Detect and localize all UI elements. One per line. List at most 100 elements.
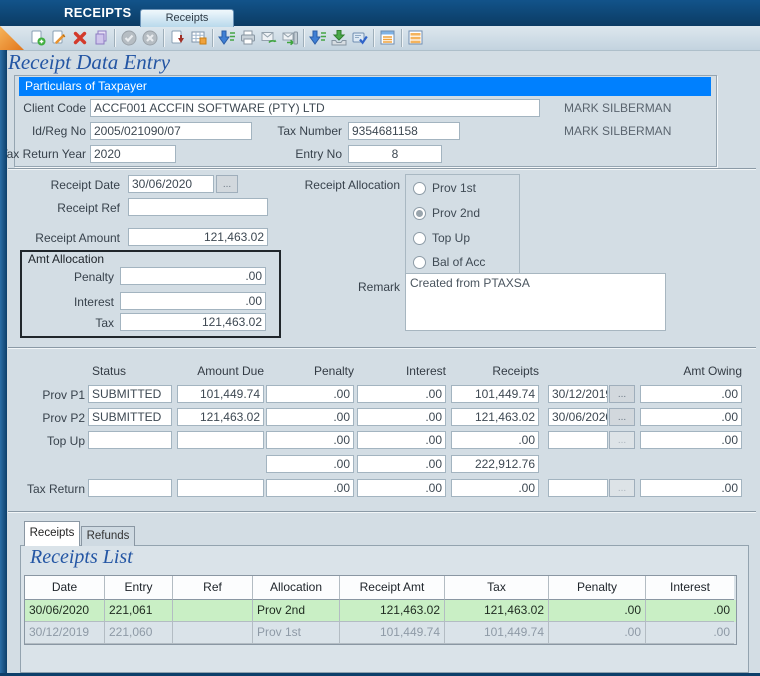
p2-receipts-field[interactable]: 121,463.02 (451, 408, 539, 426)
taxreturn-date-browse-button[interactable]: ... (609, 479, 635, 497)
interest-field[interactable]: .00 (120, 292, 266, 310)
taxreturn-status-field[interactable] (88, 479, 172, 497)
taxreturn-receipts-field[interactable]: .00 (451, 479, 539, 497)
p2-interest-field[interactable]: .00 (357, 408, 446, 426)
export-grid-button[interactable] (189, 27, 209, 48)
schedule-header-penalty: Penalty (266, 364, 354, 378)
cell-receipt-amt: 101,449.74 (340, 622, 445, 644)
taxreturn-date-field[interactable] (548, 479, 608, 497)
cell-allocation: Prov 2nd (253, 600, 340, 622)
tab-refunds[interactable]: Refunds (81, 526, 135, 546)
import-document-button[interactable] (168, 27, 188, 48)
email-send-icon (281, 29, 299, 47)
receipt-date-browse-button[interactable]: ... (216, 175, 238, 193)
tax-return-year-field[interactable]: 2020 (90, 145, 176, 163)
receipt-amount-field[interactable]: 121,463.02 (128, 228, 268, 246)
p1-date-browse-button[interactable]: ... (609, 385, 635, 403)
topup-date-field[interactable] (548, 431, 608, 449)
p1-amount-due-field[interactable]: 101,449.74 (177, 385, 264, 403)
allocation-option-prov-1st[interactable]: Prov 1st (413, 181, 476, 195)
receipts-table-header: Date Entry Ref Allocation Receipt Amt Ta… (25, 576, 736, 600)
p1-status-field[interactable]: SUBMITTED (88, 385, 172, 403)
col-header-ref: Ref (173, 576, 253, 600)
radio-icon (413, 256, 426, 269)
download-list-button[interactable] (217, 27, 237, 48)
allocation-option-bal-of-acc[interactable]: Bal of Acc (413, 255, 485, 269)
verify-entries-button[interactable] (350, 27, 370, 48)
table-row[interactable]: 30/06/2020 221,061 Prov 2nd 121,463.02 1… (25, 600, 736, 622)
id-reg-label: Id/Reg No (30, 124, 86, 138)
entry-no-field[interactable]: 8 (348, 145, 442, 163)
accept-button[interactable] (119, 27, 139, 48)
p1-interest-field[interactable]: .00 (357, 385, 446, 403)
new-record-button[interactable] (28, 27, 48, 48)
schedule-header-amt-owing: Amt Owing (640, 364, 742, 378)
p1-amt-owing-field[interactable]: .00 (640, 385, 742, 403)
topup-interest-field[interactable]: .00 (357, 431, 446, 449)
schedule-row-label: Prov P1 (35, 388, 85, 402)
schedule-header-interest: Interest (357, 364, 446, 378)
taxreturn-penalty-field[interactable]: .00 (266, 479, 354, 497)
verify-entries-icon (351, 29, 369, 47)
window-tab-receipts[interactable]: Receipts (140, 9, 234, 27)
p2-date-browse-button[interactable]: ... (609, 408, 635, 426)
topup-receipts-field[interactable]: .00 (451, 431, 539, 449)
new-record-icon (29, 29, 47, 47)
section-divider (8, 511, 756, 513)
tax-label: Tax (80, 316, 114, 330)
remark-field[interactable]: Created from PTAXSA (405, 273, 666, 331)
allocation-option-label: Prov 1st (432, 181, 476, 195)
topup-amount-due-field[interactable] (177, 431, 264, 449)
receipt-list-view-button[interactable] (378, 27, 398, 48)
schedule-header-status: Status (92, 364, 176, 378)
p2-penalty-field[interactable]: .00 (266, 408, 354, 426)
topup-amt-owing-field[interactable]: .00 (640, 431, 742, 449)
p1-receipts-field[interactable]: 101,449.74 (451, 385, 539, 403)
accept-icon (120, 29, 138, 47)
edit-record-button[interactable] (49, 27, 69, 48)
topup-status-field[interactable] (88, 431, 172, 449)
receipt-ref-field[interactable] (128, 198, 268, 216)
topup-penalty-field[interactable]: .00 (266, 431, 354, 449)
taxreturn-interest-field[interactable]: .00 (357, 479, 446, 497)
penalty-label: Penalty (54, 270, 114, 284)
cell-tax: 101,449.74 (445, 622, 549, 644)
p2-date-field[interactable]: 30/06/2020 (548, 408, 608, 426)
email-exchange-icon (260, 29, 278, 47)
receipt-detail-view-button[interactable] (406, 27, 426, 48)
cell-allocation: Prov 1st (253, 622, 340, 644)
cancel-button[interactable] (140, 27, 160, 48)
p1-date-field[interactable]: 30/12/2019 (548, 385, 608, 403)
penalty-field[interactable]: .00 (120, 267, 266, 285)
copy-record-button[interactable] (91, 27, 111, 48)
save-received-button[interactable] (329, 27, 349, 48)
tax-number-field[interactable]: 9354681158 (348, 122, 460, 140)
client-code-field[interactable]: ACCF001 ACCFIN SOFTWARE (PTY) LTD (90, 99, 540, 117)
download-list-alt-button[interactable] (308, 27, 328, 48)
tax-field[interactable]: 121,463.02 (120, 313, 266, 331)
id-reg-field[interactable]: 2005/021090/07 (90, 122, 252, 140)
p1-penalty-field[interactable]: .00 (266, 385, 354, 403)
email-send-button[interactable] (280, 27, 300, 48)
toolbar-separator (114, 29, 116, 47)
p2-status-field[interactable]: SUBMITTED (88, 408, 172, 426)
receipt-allocation-label: Receipt Allocation (290, 178, 400, 192)
tab-receipts[interactable]: Receipts (24, 521, 80, 546)
taxreturn-amt-owing-field[interactable]: .00 (640, 479, 742, 497)
schedule-row-label: Prov P2 (35, 411, 85, 425)
interest-label: Interest (50, 295, 114, 309)
table-row[interactable]: 30/12/2019 221,060 Prov 1st 101,449.74 1… (25, 622, 736, 644)
p2-amount-due-field[interactable]: 121,463.02 (177, 408, 264, 426)
delete-record-button[interactable] (70, 27, 90, 48)
allocation-option-top-up[interactable]: Top Up (413, 231, 470, 245)
receipt-date-field[interactable]: 30/06/2020 (128, 175, 214, 193)
schedule-header-amount-due: Amount Due (177, 364, 264, 378)
email-exchange-button[interactable] (259, 27, 279, 48)
allocation-option-prov-2nd[interactable]: Prov 2nd (413, 206, 480, 220)
print-button[interactable] (238, 27, 258, 48)
taxreturn-amount-due-field[interactable] (177, 479, 264, 497)
cell-entry: 221,060 (105, 622, 173, 644)
totals-interest-field: .00 (357, 455, 446, 473)
topup-date-browse-button[interactable]: ... (609, 431, 635, 449)
p2-amt-owing-field[interactable]: .00 (640, 408, 742, 426)
